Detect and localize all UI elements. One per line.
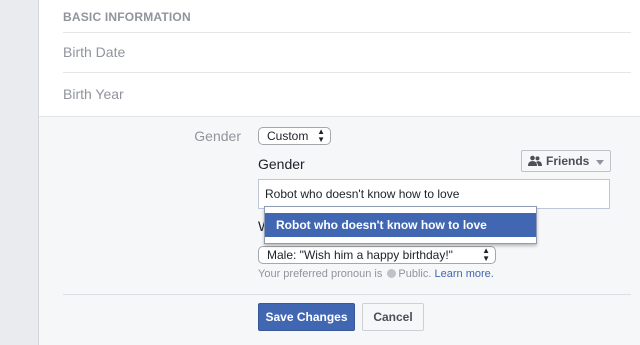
- gender-type-select[interactable]: Custom ▲ ▼: [258, 127, 331, 145]
- pronoun-note-text: Your preferred pronoun is: [258, 268, 383, 280]
- gender-type-value: Custom: [267, 129, 309, 143]
- birth-year-row[interactable]: Birth Year: [63, 86, 124, 102]
- section-divider: [63, 32, 631, 33]
- custom-gender-label: Gender: [258, 156, 305, 172]
- save-button[interactable]: Save Changes: [258, 303, 355, 331]
- edit-divider: [63, 294, 631, 295]
- suggestion-item[interactable]: Robot who doesn't know how to love: [265, 213, 536, 237]
- audience-label: Friends: [546, 154, 590, 168]
- birth-date-row[interactable]: Birth Date: [63, 44, 125, 60]
- chevron-down-icon: [596, 160, 604, 165]
- select-arrows-icon: ▲ ▼: [482, 246, 490, 263]
- globe-icon: [387, 269, 397, 278]
- select-arrows-icon: ▲ ▼: [317, 127, 325, 144]
- gender-row-label: Gender: [194, 128, 241, 144]
- pronoun-visibility: Public.: [398, 268, 432, 280]
- gender-suggestion-menu: Robot who doesn't know how to love: [264, 206, 537, 244]
- pronoun-select[interactable]: Male: "Wish him a happy birthday!" ▲ ▼: [258, 246, 496, 264]
- custom-gender-input[interactable]: Robot who doesn't know how to love: [258, 179, 610, 209]
- learn-more-link[interactable]: Learn more.: [435, 268, 494, 280]
- pronoun-select-value: Male: "Wish him a happy birthday!": [267, 248, 453, 262]
- profile-about-panel: BASIC INFORMATION Birth Date Birth Year …: [38, 0, 640, 345]
- friends-icon: [528, 155, 542, 166]
- row-divider: [63, 72, 631, 73]
- pronoun-note: Your preferred pronoun is Public. Learn …: [258, 268, 494, 280]
- section-heading: BASIC INFORMATION: [63, 10, 191, 24]
- audience-selector-button[interactable]: Friends: [521, 150, 611, 172]
- cancel-button[interactable]: Cancel: [362, 303, 424, 331]
